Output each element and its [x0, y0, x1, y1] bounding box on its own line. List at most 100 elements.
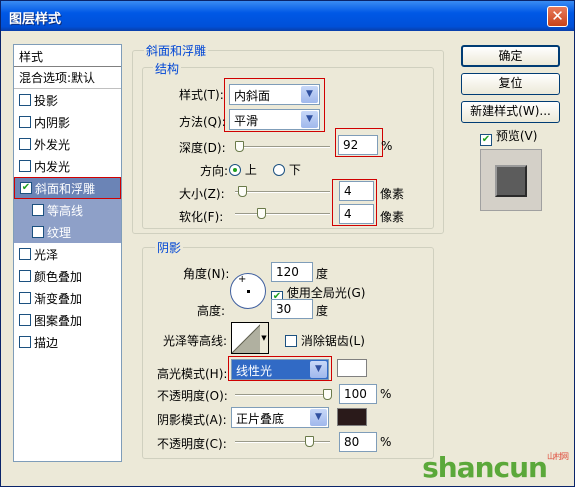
style-list-item-label: 图案叠加 — [34, 313, 83, 328]
style-checkbox[interactable] — [20, 182, 32, 194]
chevron-down-icon: ▼ — [310, 409, 327, 426]
shadow-mode-select[interactable]: 正片叠底 ▼ — [231, 407, 329, 428]
shadow-opacity-slider[interactable] — [235, 441, 330, 443]
style-list-item[interactable]: 投影 — [14, 89, 121, 111]
style-list-item-label: 斜面和浮雕 — [35, 181, 96, 196]
direction-down-label: 下 — [288, 163, 301, 177]
soften-label: 软化(F): — [179, 210, 224, 224]
highlight-opacity-label: 不透明度(O): — [157, 389, 228, 403]
style-select[interactable]: 内斜面 ▼ — [229, 84, 320, 105]
contour-preview-icon — [232, 323, 262, 353]
style-checkbox[interactable] — [19, 94, 31, 106]
soften-slider[interactable] — [235, 213, 330, 215]
style-checkbox[interactable] — [19, 292, 31, 304]
global-light-label: 使用全局光(G) — [286, 286, 366, 300]
style-checkbox[interactable] — [19, 336, 31, 348]
blend-options-item[interactable]: 混合选项:默认 — [14, 67, 121, 89]
size-label: 大小(Z): — [179, 187, 225, 201]
style-checkbox[interactable] — [32, 204, 44, 216]
highlight-mode-select[interactable]: 线性光 ▼ — [231, 359, 329, 380]
style-checkbox[interactable] — [32, 226, 44, 238]
structure-group-title: 结构 — [153, 60, 182, 77]
style-checkbox[interactable] — [19, 270, 31, 282]
ok-button[interactable]: 确定 — [461, 45, 560, 67]
angle-input[interactable]: 120 — [271, 262, 313, 282]
direction-up-radio[interactable] — [229, 164, 241, 176]
altitude-label: 高度: — [197, 304, 226, 318]
style-checkbox[interactable] — [19, 116, 31, 128]
bevel-group-title: 斜面和浮雕 — [144, 42, 209, 59]
highlight-mode-value: 线性光 — [236, 364, 273, 378]
depth-slider-thumb[interactable] — [235, 141, 244, 152]
style-list-item-label: 等高线 — [47, 203, 84, 218]
chevron-down-icon: ▼ — [260, 323, 268, 353]
style-list-item-label: 描边 — [34, 335, 59, 350]
size-slider[interactable] — [235, 191, 330, 193]
direction-down-option[interactable]: 下 — [273, 161, 301, 178]
new-style-button[interactable]: 新建样式(W)... — [461, 101, 560, 123]
shadow-color-swatch[interactable] — [337, 408, 367, 426]
gloss-contour-label: 光泽等高线: — [163, 334, 228, 348]
size-slider-thumb[interactable] — [237, 186, 247, 197]
style-checkbox[interactable] — [19, 248, 31, 260]
direction-up-option[interactable]: 上 — [229, 161, 257, 178]
style-list-item[interactable]: 光泽 — [14, 243, 121, 265]
technique-select-value: 平滑 — [234, 114, 259, 128]
style-list-header[interactable]: 样式 — [14, 45, 121, 67]
shadow-mode-label: 阴影模式(A): — [157, 413, 227, 427]
preview-option[interactable]: 预览(V) — [480, 127, 537, 146]
style-list-item[interactable]: 渐变叠加 — [14, 287, 121, 309]
angle-unit: 度 — [316, 267, 329, 281]
highlight-color-swatch[interactable] — [337, 359, 367, 377]
style-list-item[interactable]: 图案叠加 — [14, 309, 121, 331]
style-list-item[interactable]: 内阴影 — [14, 111, 121, 133]
soften-input[interactable]: 4 — [339, 204, 374, 224]
style-list-item-label: 渐变叠加 — [34, 291, 83, 306]
style-list-item[interactable]: 外发光 — [14, 133, 121, 155]
technique-label: 方法(Q): — [179, 115, 226, 129]
style-list-item[interactable]: 内发光 — [14, 155, 121, 177]
highlight-opacity-slider[interactable] — [235, 394, 330, 396]
title-bar[interactable]: 图层样式 ✕ — [1, 1, 574, 31]
style-checkbox[interactable] — [19, 314, 31, 326]
direction-down-radio[interactable] — [273, 164, 285, 176]
crosshair-icon: + — [238, 274, 247, 285]
antialias-label: 消除锯齿(L) — [300, 334, 365, 348]
style-list-item[interactable]: 斜面和浮雕 — [14, 177, 121, 199]
shadow-opacity-thumb[interactable] — [305, 436, 315, 447]
watermark-logo: shancun山村网 — [422, 451, 569, 484]
gloss-contour-picker[interactable]: ▼ — [231, 322, 269, 354]
angle-label: 角度(N): — [183, 267, 230, 281]
highlight-opacity-input[interactable]: 100 — [339, 384, 377, 404]
style-list-item-label: 投影 — [34, 93, 59, 108]
blend-options-label: 混合选项:默认 — [19, 71, 96, 85]
technique-select[interactable]: 平滑 ▼ — [229, 109, 320, 130]
close-icon[interactable]: ✕ — [547, 6, 568, 27]
layer-style-dialog: 图层样式 ✕ 样式 混合选项:默认 投影内阴影外发光内发光斜面和浮雕等高线纹理光… — [0, 0, 575, 487]
style-list-item[interactable]: 颜色叠加 — [14, 265, 121, 287]
direction-label: 方向: — [200, 164, 229, 178]
altitude-input[interactable]: 30 — [271, 299, 313, 319]
antialias-checkbox[interactable] — [285, 335, 297, 347]
highlight-opacity-thumb[interactable] — [323, 389, 332, 400]
preview-checkbox[interactable] — [480, 134, 492, 146]
preview-label: 预览(V) — [495, 129, 538, 143]
angle-dial[interactable]: + — [230, 273, 266, 309]
style-list-item[interactable]: 等高线 — [14, 199, 121, 221]
style-list-item[interactable]: 纹理 — [14, 221, 121, 243]
antialias-option[interactable]: 消除锯齿(L) — [285, 332, 365, 349]
style-preview-swatch — [480, 149, 542, 211]
soften-slider-thumb[interactable] — [257, 208, 266, 219]
window-title: 图层样式 — [9, 12, 62, 27]
depth-slider[interactable] — [235, 146, 330, 148]
style-checkbox[interactable] — [19, 160, 31, 172]
style-select-value: 内斜面 — [234, 89, 271, 103]
shadow-opacity-input[interactable]: 80 — [339, 432, 377, 452]
style-list-item[interactable]: 描边 — [14, 331, 121, 353]
chevron-down-icon: ▼ — [310, 361, 327, 378]
size-input[interactable]: 4 — [339, 181, 374, 201]
reset-button[interactable]: 复位 — [461, 73, 560, 95]
style-list-item-label: 内发光 — [34, 159, 71, 174]
style-checkbox[interactable] — [19, 138, 31, 150]
depth-input[interactable]: 92 — [338, 135, 378, 155]
